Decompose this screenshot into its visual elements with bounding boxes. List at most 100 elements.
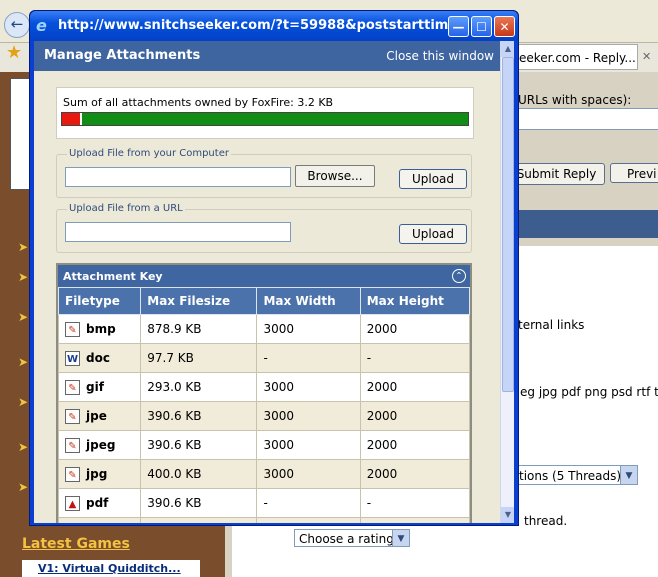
max-height-cell: 2000 (359, 517, 470, 523)
threads-select[interactable]: tions (5 Threads) ▼ (516, 465, 638, 485)
table-header-row: Filetype Max Filesize Max Width Max Heig… (58, 287, 470, 315)
max-filesize-cell: 488.3 KB (140, 517, 258, 523)
filetype-cell: ✎ jpe (58, 401, 142, 431)
quidditch-link[interactable]: V1: Virtual Quidditch... (22, 560, 200, 577)
filetype-label: jpe (86, 408, 107, 423)
table-row: ✎ jpg 400.0 KB 3000 2000 (58, 459, 470, 489)
scroll-thumb[interactable] (502, 57, 514, 392)
latest-games-heading[interactable]: Latest Games (22, 536, 130, 552)
scroll-down-icon[interactable]: ▼ (501, 507, 514, 523)
chevron-down-icon[interactable]: ▼ (620, 466, 637, 484)
manage-attachments-window: e http://www.snitchseeker.com/?t=59988&p… (29, 10, 519, 526)
filetype-cell: ✎png (58, 517, 142, 523)
minimize-button[interactable]: — (448, 16, 469, 37)
max-filesize-cell: 878.9 KB (140, 314, 258, 344)
url-input[interactable] (518, 108, 658, 130)
window-content: Manage Attachments Close this window Sum… (34, 41, 514, 523)
upload-file-button[interactable]: Upload (399, 169, 467, 189)
pdf-file-icon: ▲ (65, 495, 80, 511)
max-height-cell: 2000 (359, 401, 470, 431)
rating-select[interactable]: Choose a rating ▼ (294, 529, 410, 547)
window-url: http://www.snitchseeker.com/?t=59988&pos… (58, 18, 448, 33)
max-width-cell: 3000 (256, 459, 361, 489)
table-row: ▲ pdf 390.6 KB - - (58, 488, 470, 518)
upload-url-group: Upload File from a URL Upload (56, 203, 472, 253)
max-width-cell: - (256, 488, 361, 518)
table-row: ✎ jpe 390.6 KB 3000 2000 (58, 401, 470, 431)
file-types-text: eg jpg pdf png psd rtf tx (520, 385, 658, 399)
max-height-cell: 2000 (359, 372, 470, 402)
upload-url-input[interactable] (65, 222, 291, 242)
browser-tab[interactable]: eeker.com - Reply... (512, 44, 638, 70)
collapse-icon[interactable]: ⌃ (452, 269, 466, 283)
attachment-key-panel: Attachment Key ⌃ Filetype Max Filesize M… (56, 263, 472, 523)
table-row: ✎ gif 293.0 KB 3000 2000 (58, 372, 470, 402)
max-width-cell: 3000 (256, 430, 361, 460)
upload-url-legend: Upload File from a URL (67, 203, 185, 214)
image-file-icon: ✎ (65, 466, 80, 482)
max-filesize-cell: 293.0 KB (140, 372, 258, 402)
max-width-cell: 3000 (256, 314, 361, 344)
internet-explorer-icon: e (36, 16, 47, 35)
attachment-sum-label: Sum of all attachments owned by FoxFire:… (63, 96, 334, 109)
attachment-key-header: Attachment Key ⌃ (58, 265, 470, 287)
preview-button[interactable]: Previ (610, 163, 658, 183)
url-hint-label: URLs with spaces): (518, 93, 632, 107)
max-width-cell: 3000 (256, 401, 361, 431)
max-filesize-cell: 400.0 KB (140, 459, 258, 489)
browse-button[interactable]: Browse... (295, 165, 375, 187)
filetype-cell: ✎ gif (58, 372, 142, 402)
usage-bar (61, 112, 469, 126)
filetype-cell: ✎ jpg (58, 459, 142, 489)
image-file-icon: ✎ (65, 379, 80, 395)
scroll-up-icon[interactable]: ▲ (501, 41, 514, 57)
column-header: Max Width (256, 287, 361, 315)
column-header: Max Filesize (140, 287, 258, 315)
max-width-cell: 3000 (256, 517, 361, 523)
max-filesize-cell: 390.6 KB (140, 430, 258, 460)
thread-text: thread. (524, 514, 568, 528)
max-filesize-cell: 390.6 KB (140, 488, 258, 518)
back-arrow-icon[interactable]: ← (4, 12, 30, 38)
column-header: Filetype (58, 287, 142, 315)
image-file-icon: ✎ (65, 437, 80, 453)
maximize-button[interactable]: ☐ (471, 16, 492, 37)
filetype-cell: ✎ bmp (58, 314, 142, 344)
table-row: ✎ jpeg 390.6 KB 3000 2000 (58, 430, 470, 460)
window-titlebar[interactable]: e http://www.snitchseeker.com/?t=59988&p… (30, 11, 518, 41)
filetype-label: jpg (86, 466, 108, 481)
max-height-cell: 2000 (359, 430, 470, 460)
filetype-cell: ▲ pdf (58, 488, 142, 518)
table-row: ✎png488.3 KB30002000 (58, 517, 470, 523)
close-window-link[interactable]: Close this window (386, 49, 494, 63)
filetype-label: pdf (86, 495, 109, 510)
filetype-cell: ✎ jpeg (58, 430, 142, 460)
threads-select-value: tions (5 Threads) (519, 469, 622, 483)
max-width-cell: 3000 (256, 372, 361, 402)
image-file-icon: ✎ (65, 408, 80, 424)
word-doc-icon: W (65, 350, 80, 366)
attachment-usage-box: Sum of all attachments owned by FoxFire:… (56, 87, 474, 139)
max-filesize-cell: 390.6 KB (140, 401, 258, 431)
max-width-cell: - (256, 343, 361, 373)
table-row: ✎ bmp 878.9 KB 3000 2000 (58, 314, 470, 344)
rating-select-value: Choose a rating (299, 532, 394, 546)
close-window-button[interactable]: ✕ (494, 16, 515, 37)
submit-reply-button[interactable]: Submit Reply (508, 163, 605, 185)
internal-links-text: ternal links (518, 318, 585, 332)
image-file-icon: ✎ (65, 321, 80, 337)
file-path-input[interactable] (65, 167, 291, 187)
max-height-cell: - (359, 343, 470, 373)
manage-attachments-body: Sum of all attachments owned by FoxFire:… (34, 71, 500, 523)
usage-bar-fill (62, 113, 83, 125)
attachment-key-table: Filetype Max Filesize Max Width Max Heig… (58, 287, 470, 523)
upload-url-button[interactable]: Upload (399, 224, 467, 244)
filetype-label: doc (86, 350, 110, 365)
favorites-star-icon[interactable]: ★ (6, 42, 22, 63)
tab-close-icon[interactable]: ✕ (642, 50, 651, 63)
max-height-cell: 2000 (359, 459, 470, 489)
upload-computer-legend: Upload File from your Computer (67, 148, 231, 159)
attachment-key-title: Attachment Key (63, 270, 163, 283)
chevron-down-icon[interactable]: ▼ (392, 530, 409, 546)
scrollbar[interactable]: ▲ ▼ (500, 41, 514, 523)
